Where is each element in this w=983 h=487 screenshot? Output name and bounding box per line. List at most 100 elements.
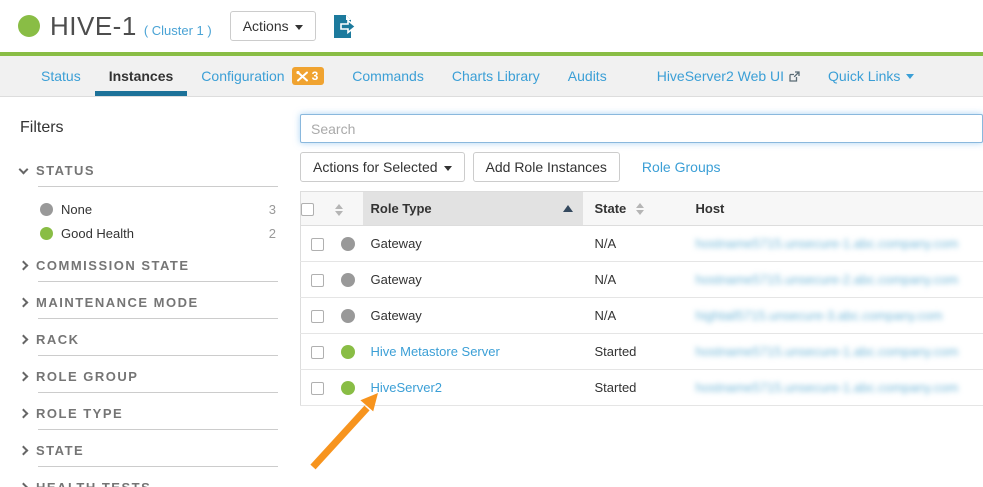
sort-icon [636,203,644,215]
tab-status-label: Status [41,68,81,84]
tab-hiveserver2-web-ui[interactable]: HiveServer2 Web UI [643,56,814,96]
row-checkbox[interactable] [311,274,324,287]
external-link-icon [789,71,800,82]
column-header-role-type-label: Role Type [371,201,432,216]
filter-section-role-type: ROLE TYPE [20,406,278,430]
tab-configuration-label: Configuration [201,68,284,84]
filter-section-role-group-header[interactable]: ROLE GROUP [20,369,278,384]
row-checkbox[interactable] [311,310,324,323]
row-checkbox[interactable] [311,346,324,359]
column-header-state[interactable]: State [583,192,686,226]
filter-item-none[interactable]: None 3 [40,197,278,221]
filter-section-label: STATE [36,443,84,458]
select-all-checkbox[interactable] [301,203,314,216]
filter-section-label: STATUS [36,163,95,178]
add-role-instances-label: Add Role Instances [486,159,607,175]
page-title: HIVE-1 [50,11,137,42]
cluster-link[interactable]: ( Cluster 1 ) [144,23,212,38]
role-groups-link[interactable]: Role Groups [642,159,721,175]
filter-section-status-header[interactable]: STATUS [20,163,278,178]
filters-sidebar: Filters STATUS None 3 Good Health 2 [0,97,300,487]
filter-section-commission-state-header[interactable]: COMMISSION STATE [20,258,278,273]
chevron-right-icon [19,446,29,456]
role-link-hiveserver2[interactable]: HiveServer2 [371,380,443,395]
section-divider [38,429,278,430]
tab-instances[interactable]: Instances [95,56,188,96]
host-link-redacted[interactable]: hostname5715.unsecure-2.abc.company.com [696,272,959,287]
filter-section-label: MAINTENANCE MODE [36,295,199,310]
status-filter-items: None 3 Good Health 2 [40,197,278,245]
tab-status[interactable]: Status [27,56,95,96]
state-cell: N/A [595,236,617,251]
state-cell: N/A [595,272,617,287]
tab-commands[interactable]: Commands [338,56,438,96]
filter-section-rack-header[interactable]: RACK [20,332,278,347]
search-input[interactable] [300,114,983,143]
tab-commands-label: Commands [352,68,424,84]
table-header-row: Role Type State Host [301,192,983,226]
actions-button[interactable]: Actions [230,11,316,41]
document-export-icon[interactable] [330,13,357,40]
configuration-warning-badge: 3 [292,67,325,85]
row-checkbox[interactable] [311,238,324,251]
service-health-icon [18,15,40,37]
section-divider [38,355,278,356]
tab-hiveserver2-web-ui-label: HiveServer2 Web UI [657,68,784,84]
tab-charts-library-label: Charts Library [452,68,540,84]
chevron-right-icon [19,261,29,271]
service-header: HIVE-1 ( Cluster 1 ) Actions [0,0,983,52]
filter-section-maintenance-mode-header[interactable]: MAINTENANCE MODE [20,295,278,310]
filter-item-good-health[interactable]: Good Health 2 [40,221,278,245]
tools-icon [296,71,309,82]
tab-configuration[interactable]: Configuration 3 [187,56,338,96]
host-link-redacted[interactable]: hostname5715.unsecure-1.abc.company.com [696,236,959,251]
chevron-right-icon [19,298,29,308]
role-link-hive-metastore-server[interactable]: Hive Metastore Server [371,344,500,359]
filter-item-label: Good Health [61,226,134,241]
filter-section-role-type-header[interactable]: ROLE TYPE [20,406,278,421]
role-instances-table: Role Type State Host [300,191,983,406]
gray-status-icon [341,273,355,287]
chevron-down-icon [444,166,452,171]
filter-section-status: STATUS None 3 Good Health 2 [20,163,278,245]
section-divider [38,392,278,393]
row-checkbox[interactable] [311,382,324,395]
filter-section-commission-state: COMMISSION STATE [20,258,278,282]
green-status-icon [341,381,355,395]
filter-section-state-header[interactable]: STATE [20,443,278,458]
actions-for-selected-label: Actions for Selected [313,159,438,175]
filter-section-health-tests: HEALTH TESTS [20,480,278,487]
chevron-right-icon [19,372,29,382]
table-row: Hive Metastore Server Started hostname57… [301,334,983,370]
host-link-redacted[interactable]: hostname5715.unsecure-1.abc.company.com [696,380,959,395]
filter-section-role-group: ROLE GROUP [20,369,278,393]
column-header-state-label: State [595,201,627,216]
filter-section-health-tests-header[interactable]: HEALTH TESTS [20,480,278,487]
content-area: Filters STATUS None 3 Good Health 2 [0,97,983,487]
section-divider [38,466,278,467]
configuration-badge-count: 3 [312,69,319,83]
tab-charts-library[interactable]: Charts Library [438,56,554,96]
tab-quick-links[interactable]: Quick Links [814,56,928,96]
chevron-right-icon [19,335,29,345]
state-cell: N/A [595,308,617,323]
instances-main-panel: Actions for Selected Add Role Instances … [300,97,983,487]
gray-status-icon [341,237,355,251]
actions-for-selected-button[interactable]: Actions for Selected [300,152,465,182]
tab-audits[interactable]: Audits [554,56,621,96]
column-header-role-type[interactable]: Role Type [363,192,583,226]
filter-section-label: ROLE TYPE [36,406,123,421]
section-divider [38,281,278,282]
host-link-redacted[interactable]: hostname5715.unsecure-1.abc.company.com [696,344,959,359]
filter-item-label: None [61,202,92,217]
host-link-redacted[interactable]: hightail5715.unsecure-3.abc.company.com [696,308,943,323]
section-divider [38,186,278,187]
sort-icon[interactable] [335,204,343,216]
table-row: Gateway N/A hostname5715.unsecure-1.abc.… [301,226,983,262]
column-header-host[interactable]: Host [686,192,983,226]
instances-toolbar: Actions for Selected Add Role Instances … [300,152,983,182]
service-tabbar: Status Instances Configuration 3 Command… [0,56,983,97]
sort-ascending-icon [563,205,573,212]
state-cell: Started [595,344,637,359]
add-role-instances-button[interactable]: Add Role Instances [473,152,620,182]
